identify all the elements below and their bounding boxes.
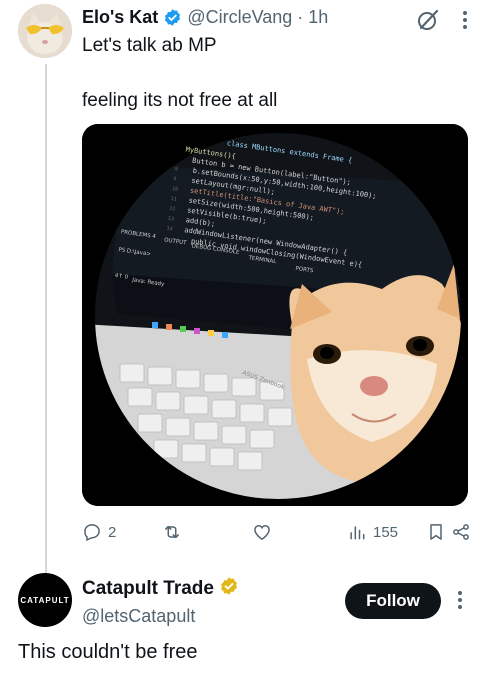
author-handle[interactable]: @CircleVang bbox=[187, 7, 292, 28]
verified-gold-badge-icon bbox=[219, 576, 239, 602]
share-icon bbox=[453, 524, 469, 540]
bookmark-button[interactable] bbox=[426, 522, 446, 542]
tweet-text-line-1: Let's talk ab MP bbox=[82, 35, 217, 56]
catapult-logo-text: CATAPULT bbox=[20, 595, 70, 605]
reply-icon bbox=[84, 524, 100, 542]
grok-icon[interactable] bbox=[415, 7, 441, 33]
thread-connector-line bbox=[45, 64, 47, 574]
line-number: 12 bbox=[169, 206, 176, 213]
heart-icon bbox=[254, 524, 270, 540]
line-number: 10 bbox=[172, 186, 179, 193]
reply-count: 2 bbox=[108, 523, 117, 541]
cat-sunglasses-avatar-image bbox=[18, 4, 72, 58]
share-button[interactable] bbox=[451, 522, 471, 542]
author-display-name[interactable]: Elo's Kat bbox=[82, 7, 158, 28]
bookmark-icon bbox=[430, 524, 442, 540]
retweet-icon bbox=[165, 525, 179, 539]
views-count: 155 bbox=[373, 523, 399, 541]
timestamp[interactable]: 1h bbox=[308, 7, 328, 28]
tweet-text-line-2: feeling its not free at all bbox=[82, 90, 278, 111]
reply-text: This couldn't be free bbox=[18, 641, 198, 663]
views-button[interactable]: 155 bbox=[347, 522, 398, 542]
retweet-button[interactable] bbox=[162, 522, 188, 542]
more-options-icon[interactable] bbox=[463, 11, 467, 29]
like-button[interactable] bbox=[252, 522, 278, 542]
separator-dot: · bbox=[297, 6, 304, 27]
reply-handle[interactable]: @letsCatapult bbox=[82, 606, 195, 627]
line-number: 13 bbox=[167, 216, 174, 223]
tweet-author-row: Elo's Kat @CircleVang · 1h bbox=[82, 4, 328, 30]
avatar[interactable] bbox=[18, 4, 72, 58]
fisheye-cat-laptop-photo: class MButtons extends Frame { MyButtons… bbox=[82, 124, 468, 506]
tweet-action-bar: 2 155 bbox=[82, 522, 471, 548]
catapult-avatar[interactable]: CATAPULT bbox=[18, 573, 72, 627]
more-options-icon[interactable] bbox=[458, 591, 462, 609]
views-chart-icon bbox=[350, 526, 365, 540]
line-number: 11 bbox=[170, 196, 177, 203]
line-number: 14 bbox=[166, 226, 173, 233]
follow-button[interactable]: Follow bbox=[345, 583, 441, 619]
tweet-header-actions bbox=[415, 7, 467, 33]
reply-button[interactable]: 2 bbox=[82, 522, 116, 542]
reply-author-row: Catapult Trade bbox=[82, 576, 239, 602]
reply-display-name[interactable]: Catapult Trade bbox=[82, 578, 214, 600]
verified-badge-icon bbox=[163, 8, 182, 27]
tweet-media-image[interactable]: class MButtons extends Frame { MyButtons… bbox=[82, 124, 468, 506]
